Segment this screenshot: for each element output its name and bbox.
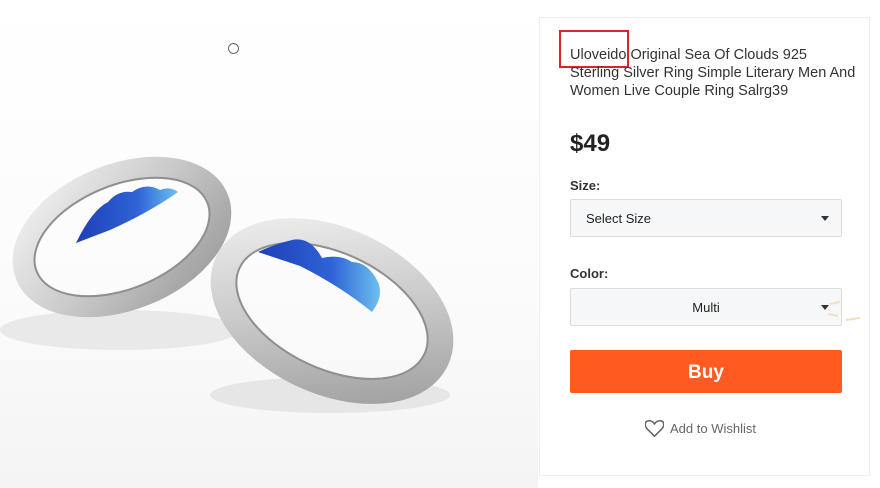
size-select-value: Select Size [586,211,652,226]
product-panel: Uloveido Original Sea Of Clouds 925 Ster… [539,17,870,476]
buy-button[interactable]: Buy [570,350,842,393]
color-select[interactable]: Multi [570,288,842,326]
left-ring [12,156,232,318]
size-label: Size: [570,178,601,193]
product-image [0,0,538,488]
color-select-value: Multi [692,300,720,315]
add-to-wishlist-link[interactable]: Add to Wishlist [645,418,756,438]
product-title: Uloveido Original Sea Of Clouds 925 Ster… [570,47,856,99]
wishlist-label: Add to Wishlist [670,420,756,436]
caret-down-icon [821,216,829,221]
size-select[interactable]: Select Size [570,199,842,237]
product-price: $49 [570,130,611,157]
color-label: Color: [570,266,609,281]
heart-outline-icon [645,419,664,437]
carousel-dot[interactable] [228,43,239,54]
caret-down-icon [821,305,829,310]
rings-illustration [0,156,454,413]
